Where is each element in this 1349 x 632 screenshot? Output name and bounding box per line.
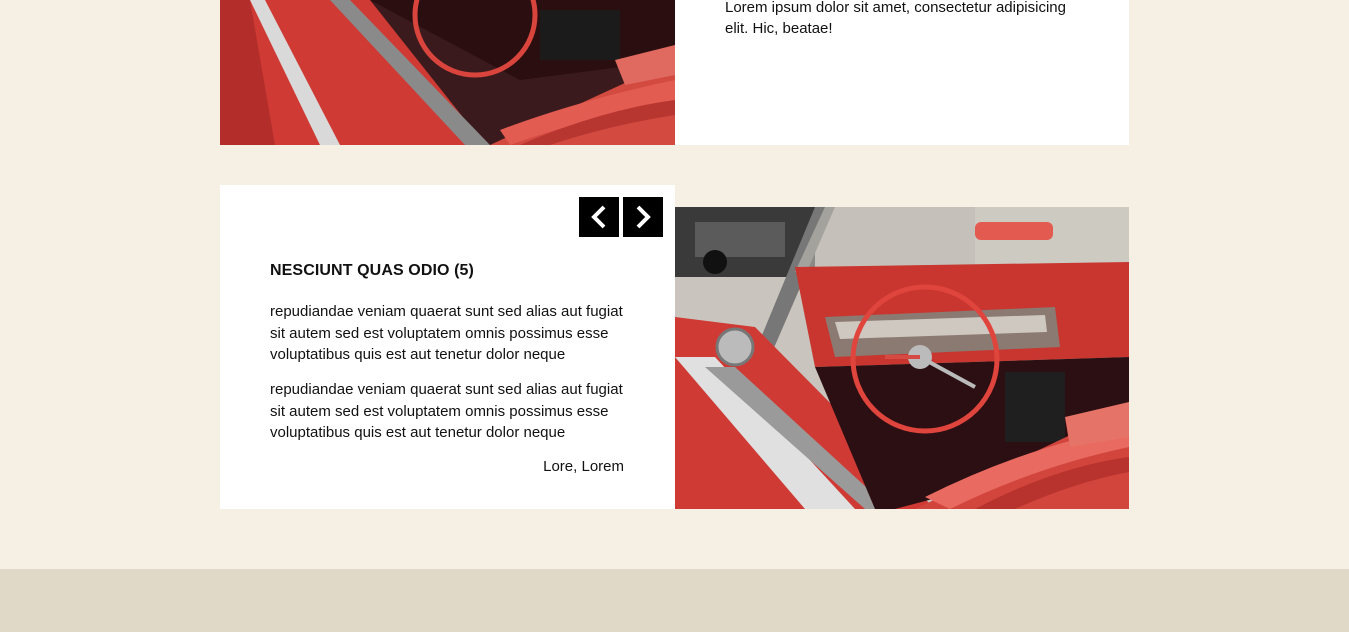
car-interior-photo-top — [220, 0, 675, 145]
top-card-paragraph: Lorem ipsum dolor sit amet, consectetur … — [725, 0, 1066, 37]
next-button[interactable] — [623, 197, 663, 237]
testimonial-paragraph-1: repudiandae veniam quaerat sunt sed alia… — [270, 303, 623, 363]
chevron-right-icon — [636, 205, 651, 229]
top-card-text: Lorem ipsum dolor sit amet, consectetur … — [675, 0, 1129, 145]
testimonial-title: NESCIUNT QUAS ODIO (5) — [270, 262, 474, 279]
page: Lorem ipsum dolor sit amet, consectetur … — [0, 0, 1349, 632]
prev-button[interactable] — [579, 197, 619, 237]
slider-nav — [579, 197, 663, 237]
car-interior-photo — [675, 207, 1129, 509]
chevron-left-icon — [591, 205, 606, 229]
testimonial-card: NESCIUNT QUAS ODIO (5) repudiandae venia… — [220, 185, 1129, 509]
testimonial-author: Lore, Lorem — [543, 458, 624, 475]
testimonial-text-panel: NESCIUNT QUAS ODIO (5) repudiandae venia… — [220, 185, 675, 509]
top-card: Lorem ipsum dolor sit amet, consectetur … — [220, 0, 1129, 145]
testimonial-paragraph-2: repudiandae veniam quaerat sunt sed alia… — [270, 381, 623, 441]
footer — [0, 569, 1349, 632]
